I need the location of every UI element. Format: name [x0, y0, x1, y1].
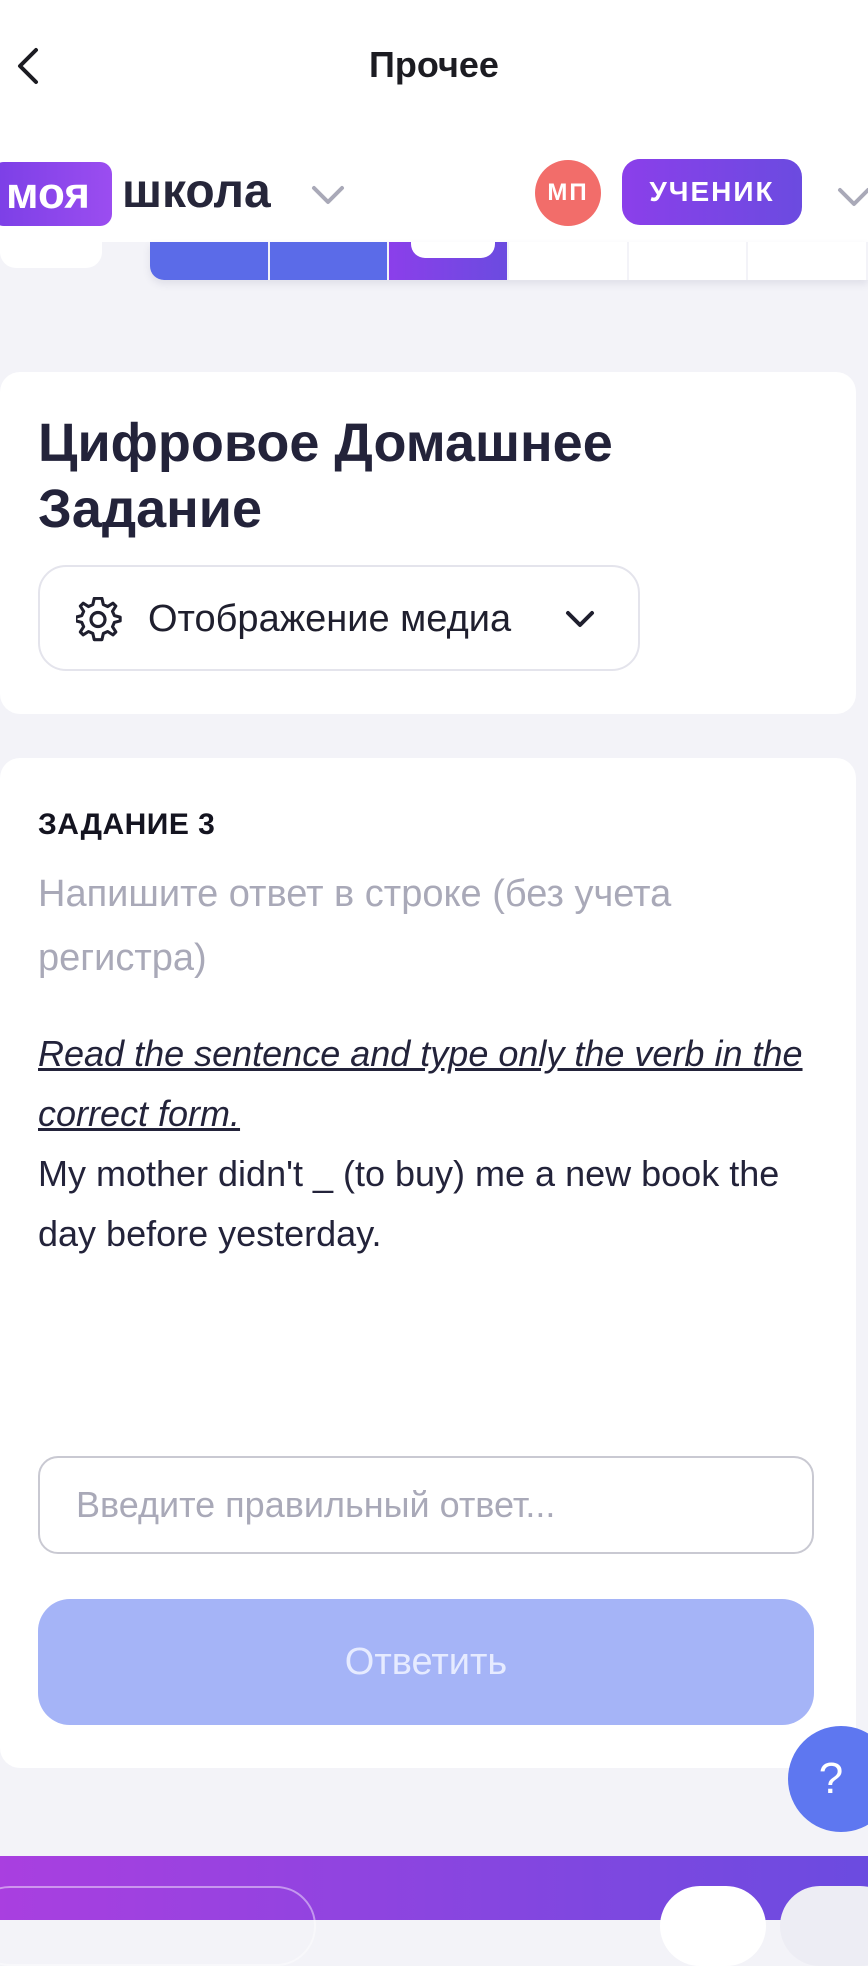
gear-icon: [76, 597, 122, 642]
task-progress-tabs: [150, 242, 868, 280]
avatar[interactable]: МП: [535, 160, 601, 226]
page-title: Цифровое Домашнее Задание: [38, 413, 613, 539]
task-tab[interactable]: [150, 242, 268, 280]
task-tab[interactable]: [269, 242, 388, 280]
task-sentence: My mother didn't _ (to buy) me a new boo…: [38, 1153, 780, 1254]
task-tab[interactable]: [509, 242, 627, 280]
bottom-bar-button[interactable]: [780, 1886, 868, 1966]
task-tab-current[interactable]: [389, 242, 508, 280]
page-header-title: Прочее: [369, 44, 499, 85]
task-tab[interactable]: [628, 242, 747, 280]
bottom-bar: [0, 1856, 868, 1966]
role-badge[interactable]: УЧЕНИК: [622, 159, 802, 225]
bottom-bar-button[interactable]: [660, 1886, 766, 1966]
logo-badge: моя: [0, 162, 112, 226]
tab-indicator: [411, 242, 496, 258]
chevron-down-icon[interactable]: [308, 180, 348, 210]
bottom-bar-button[interactable]: [0, 1886, 316, 1966]
submit-answer-button[interactable]: Ответить: [38, 1599, 814, 1725]
chevron-down-icon[interactable]: [834, 182, 868, 212]
logo-text: школа: [122, 165, 271, 218]
task-instruction: Read the sentence and type only the verb…: [38, 1033, 803, 1134]
media-select-label: Отображение медиа: [148, 598, 512, 640]
media-display-select[interactable]: Отображение медиа: [38, 565, 640, 671]
chevron-down-icon: [566, 611, 594, 627]
scrolled-card-edge: [0, 242, 102, 268]
top-navbar: Прочее: [0, 0, 868, 132]
task-card: ЗАДАНИЕ 3 Напишите ответ в строке (без у…: [0, 758, 856, 1768]
task-tab[interactable]: [748, 242, 867, 280]
task-hint: Напишите ответ в строке (без учета регис…: [38, 873, 672, 979]
task-number: ЗАДАНИЕ 3: [38, 808, 216, 841]
answer-input[interactable]: [38, 1456, 814, 1554]
app-header: моя школа МП УЧЕНИК: [0, 132, 868, 242]
homework-title-card: Цифровое Домашнее Задание Отображение ме…: [0, 372, 856, 714]
